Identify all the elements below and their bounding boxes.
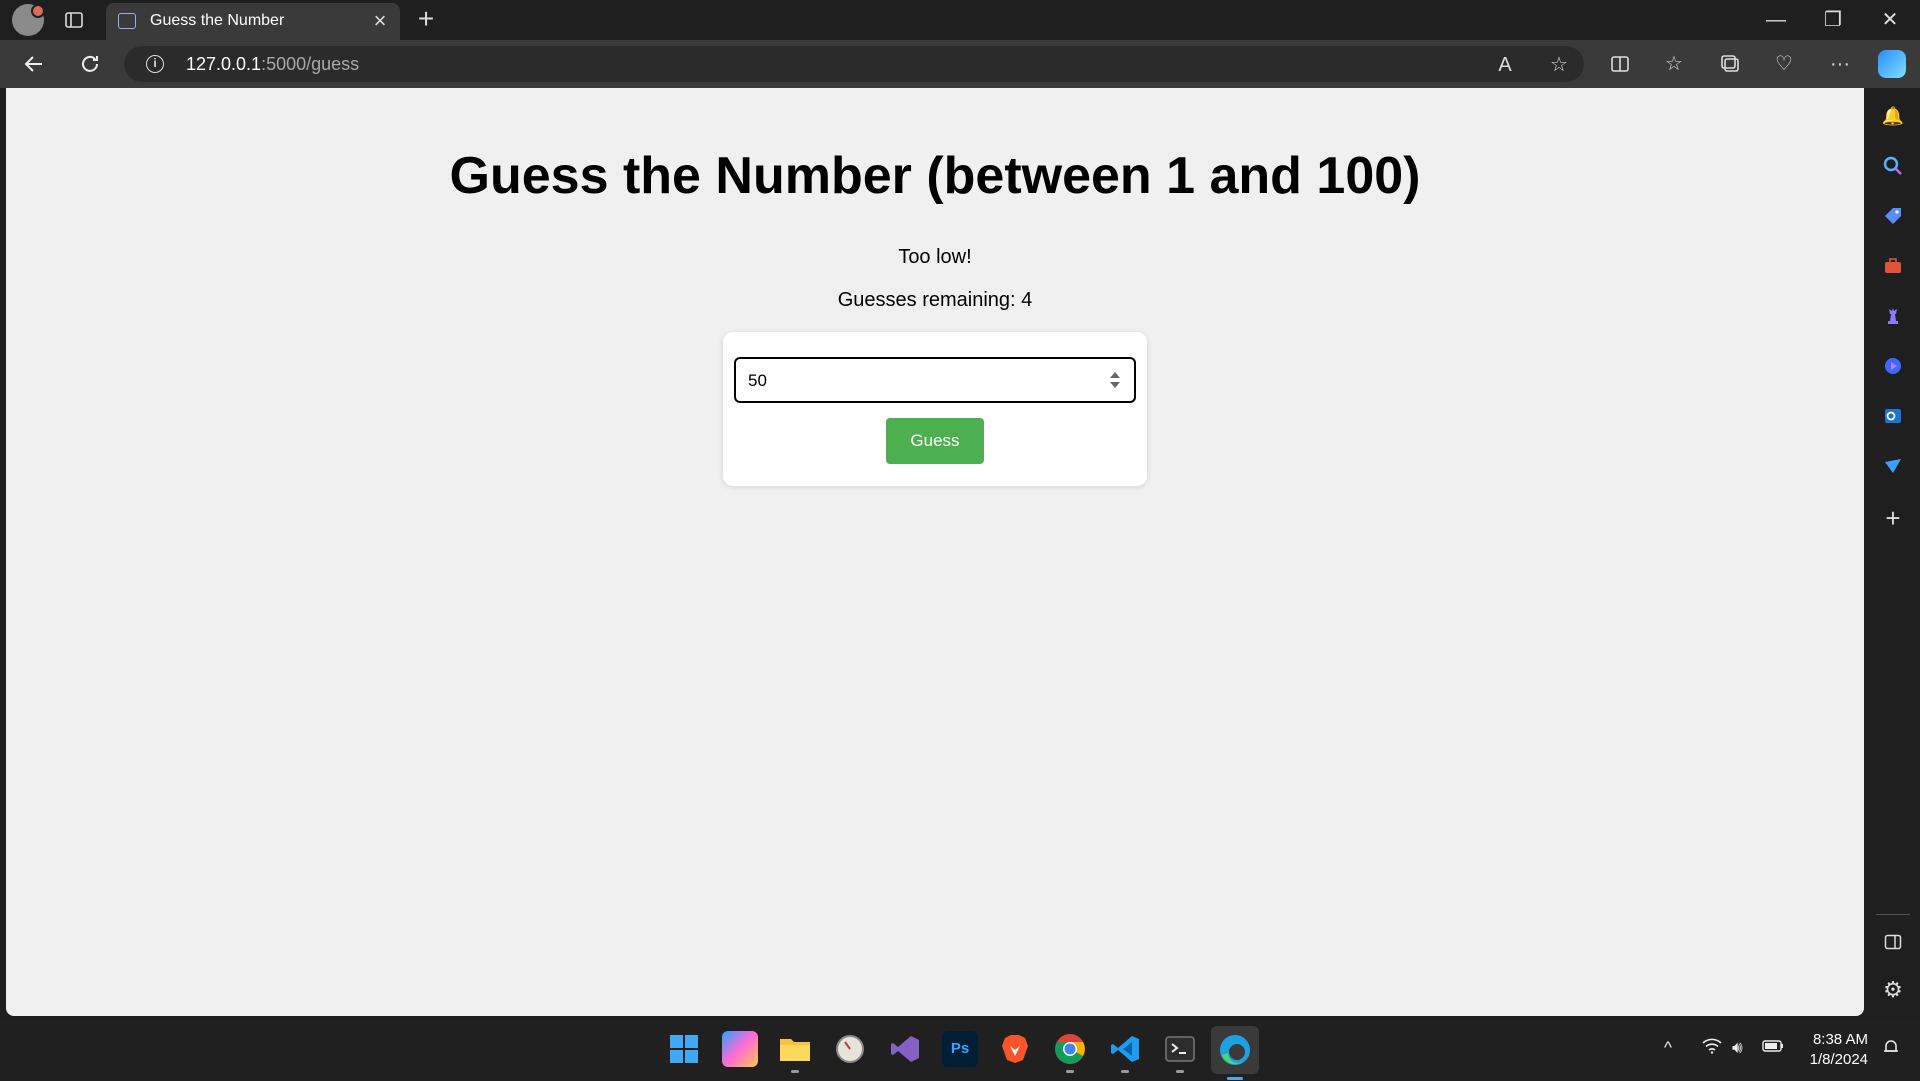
page-title: Guess the Number (between 1 and 100) <box>449 147 1421 205</box>
hide-sidebar-icon[interactable] <box>1879 928 1907 956</box>
title-bar: Guess the Number × + — ❐ ✕ <box>0 0 1920 40</box>
notifications-icon[interactable] <box>1882 1038 1900 1061</box>
number-spinner-icon[interactable] <box>1110 372 1120 390</box>
outlook-icon[interactable] <box>1879 402 1907 430</box>
tab-close-icon[interactable]: × <box>368 9 392 33</box>
add-sidebar-app-icon[interactable]: + <box>1879 504 1907 532</box>
copilot-pre-icon[interactable] <box>722 1031 758 1067</box>
edge-icon[interactable] <box>1211 1026 1259 1080</box>
feedback-message: Too low! <box>898 246 972 268</box>
browser-essentials-icon[interactable]: ♡ <box>1770 50 1798 78</box>
more-menu-icon[interactable]: ··· <box>1826 50 1854 78</box>
address-bar[interactable]: i 127.0.0.1:5000/guess A ☆ <box>124 46 1584 82</box>
url-text: 127.0.0.1:5000/guess <box>186 54 359 75</box>
clock-date: 1/8/2024 <box>1809 1051 1868 1068</box>
guess-input-value: 50 <box>748 371 767 390</box>
notification-bell-icon[interactable]: 🔔 <box>1879 102 1907 130</box>
url-host: 127.0.0.1 <box>186 54 262 74</box>
restore-button[interactable]: ❐ <box>1813 6 1853 34</box>
running-indicator <box>1176 1070 1184 1073</box>
shopping-tag-icon[interactable] <box>1879 202 1907 230</box>
terminal-icon[interactable] <box>1162 1031 1198 1073</box>
settings-gear-icon[interactable]: ⚙ <box>1879 976 1907 1004</box>
copilot-icon[interactable] <box>1878 50 1906 78</box>
games-chess-icon[interactable] <box>1879 302 1907 330</box>
edge-sidebar: 🔔 + ⚙ <box>1866 88 1920 1016</box>
file-explorer-icon[interactable] <box>777 1031 813 1073</box>
collections-icon[interactable] <box>1716 50 1744 78</box>
profile-avatar-icon[interactable] <box>12 4 45 36</box>
split-screen-icon[interactable] <box>1606 50 1634 78</box>
copilot-sidebar-icon[interactable] <box>1879 352 1907 380</box>
tools-briefcase-icon[interactable] <box>1879 252 1907 280</box>
browser-tab[interactable]: Guess the Number × <box>106 3 400 40</box>
new-tab-button[interactable]: + <box>412 5 440 33</box>
tab-favicon-icon <box>118 13 136 29</box>
refresh-icon[interactable] <box>74 48 106 80</box>
clock-time: 8:38 AM <box>1812 1031 1868 1048</box>
visual-studio-icon[interactable] <box>887 1031 923 1067</box>
spinner-down-icon[interactable] <box>1110 382 1120 388</box>
tab-title: Guess the Number <box>150 12 285 29</box>
guess-button[interactable]: Guess <box>886 418 984 464</box>
back-arrow-icon[interactable] <box>18 48 50 80</box>
brave-icon[interactable] <box>997 1031 1033 1067</box>
running-indicator <box>1066 1070 1074 1073</box>
chrome-icon[interactable] <box>1052 1031 1088 1073</box>
browser-toolbar: i 127.0.0.1:5000/guess A ☆ ☆ ♡ ··· <box>0 40 1920 88</box>
page-content: Guess the Number (between 1 and 100) Too… <box>6 88 1864 1016</box>
send-drop-icon[interactable] <box>1879 452 1907 480</box>
vscode-icon[interactable] <box>1107 1031 1143 1073</box>
tray-overflow-chevron-icon[interactable]: ^ <box>1664 1038 1672 1058</box>
guess-number-input[interactable]: 50 <box>734 357 1136 403</box>
site-info-icon[interactable]: i <box>146 55 164 73</box>
favorites-icon[interactable]: ☆ <box>1660 50 1688 78</box>
taskbar: Ps ^ 🔊︎ 8:38 AM 1/8/2024 <box>0 1020 1920 1080</box>
read-aloud-icon[interactable]: A <box>1492 52 1518 78</box>
wifi-icon[interactable] <box>1702 1038 1722 1059</box>
url-path: :5000/guess <box>261 54 360 74</box>
tab-actions-icon[interactable] <box>64 10 84 30</box>
search-icon[interactable] <box>1879 152 1907 180</box>
close-window-button[interactable]: ✕ <box>1870 6 1910 34</box>
running-indicator <box>1121 1070 1129 1073</box>
sidebar-divider <box>1876 914 1910 915</box>
taskbar-clock[interactable]: 8:38 AM 1/8/2024 <box>1798 1030 1868 1070</box>
volume-icon[interactable]: 🔊︎ <box>1732 1038 1743 1058</box>
clock-app-icon[interactable] <box>832 1031 868 1067</box>
minimize-button[interactable]: — <box>1756 6 1796 34</box>
photoshop-icon[interactable]: Ps <box>942 1031 978 1067</box>
start-icon[interactable] <box>666 1031 702 1067</box>
running-indicator <box>791 1070 799 1073</box>
guesses-remaining: Guesses remaining: 4 <box>837 289 1033 311</box>
battery-icon[interactable] <box>1762 1038 1784 1058</box>
spinner-up-icon[interactable] <box>1110 372 1120 378</box>
favorite-star-icon[interactable]: ☆ <box>1546 52 1572 78</box>
guess-form-card: 50 Guess <box>723 332 1147 486</box>
